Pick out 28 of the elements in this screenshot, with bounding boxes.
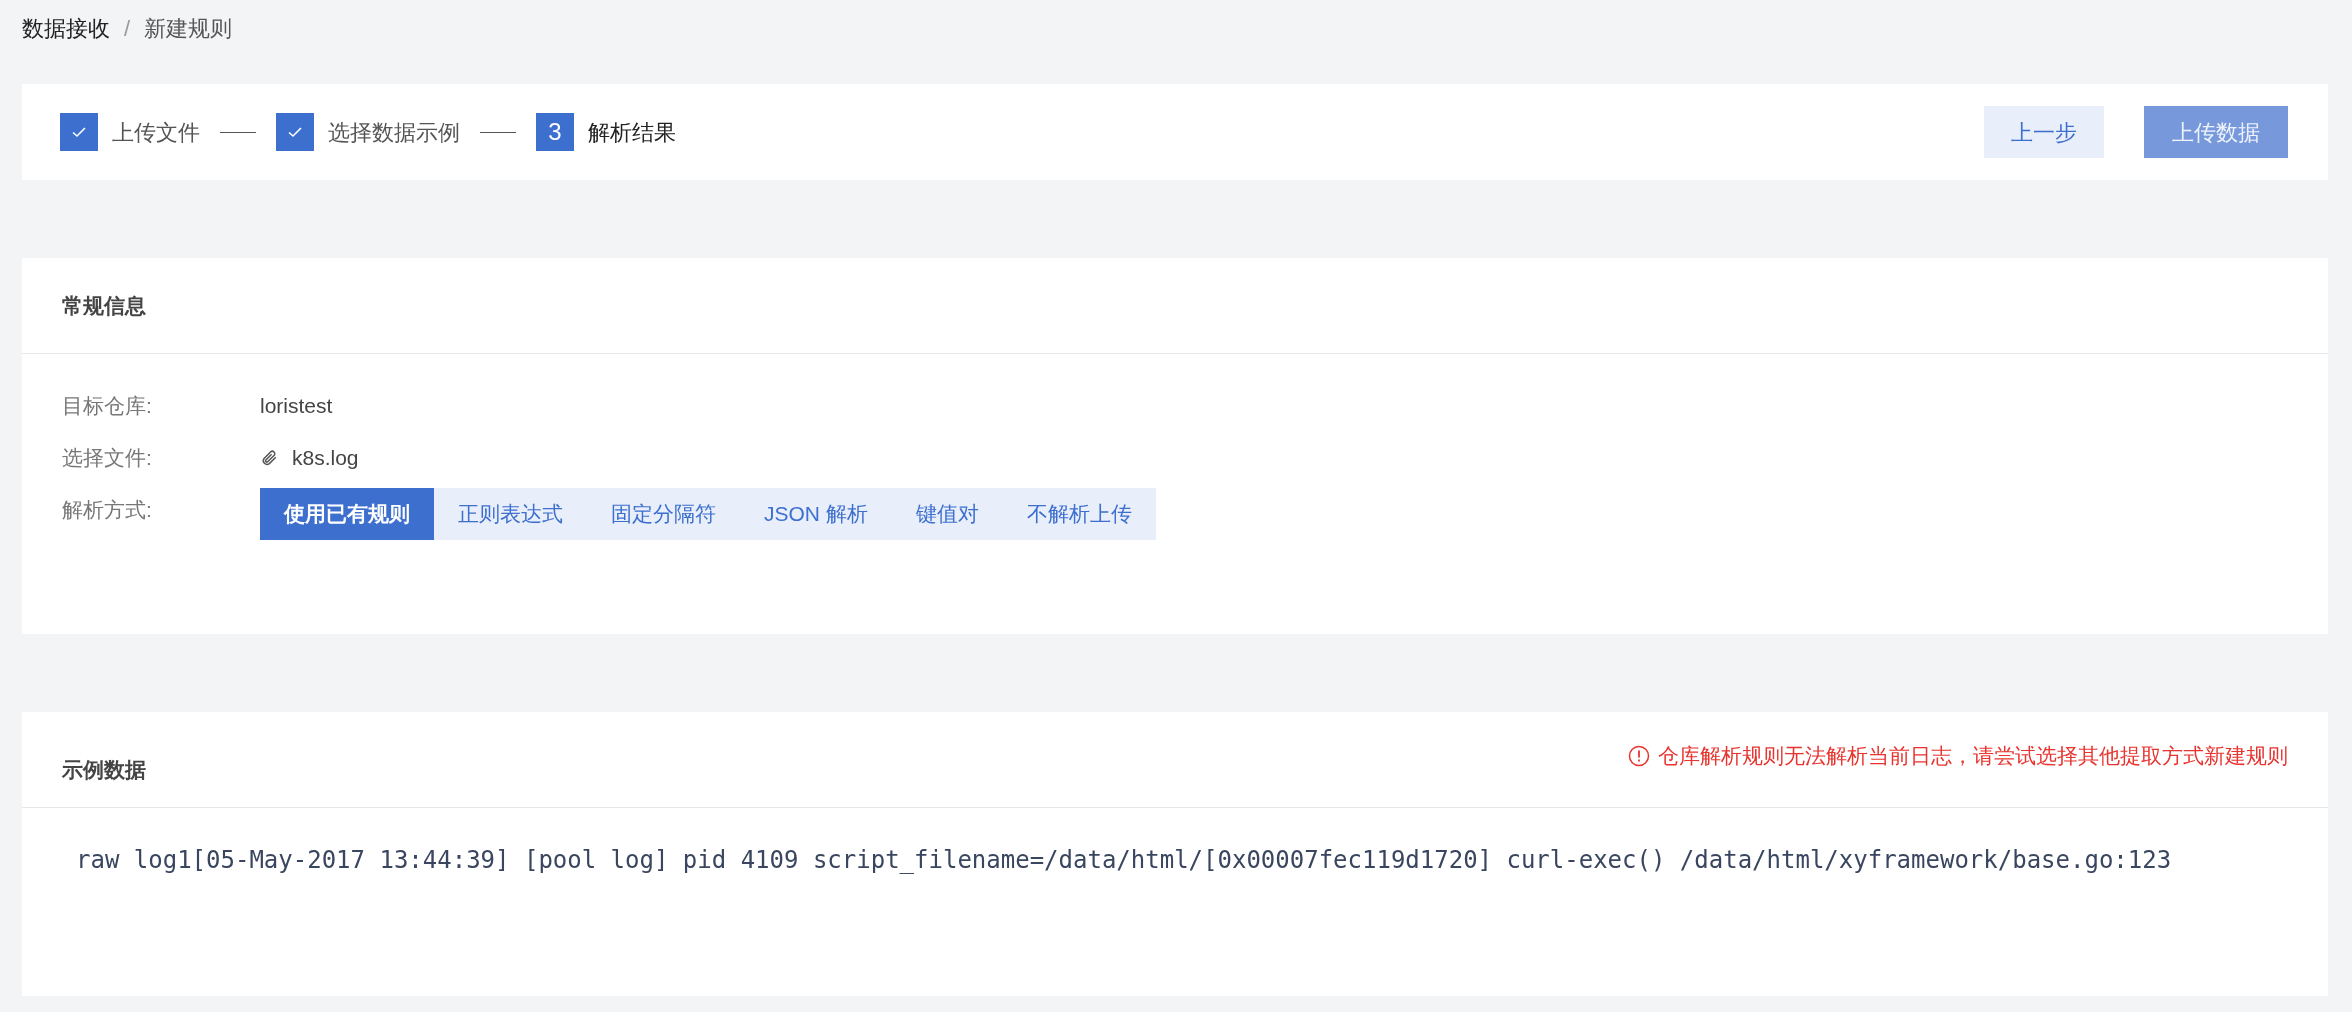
parse-mode-tab[interactable]: 键值对 — [891, 488, 1003, 540]
parse-mode-tab[interactable]: 固定分隔符 — [587, 488, 740, 540]
field-label: 目标仓库: — [62, 393, 153, 419]
field-label: 解析方式: — [62, 497, 153, 523]
breadcrumb-item[interactable]: 数据接收 — [22, 11, 110, 45]
step-number: 3 — [536, 113, 574, 151]
step-label: 上传文件 — [112, 118, 200, 147]
parse-mode-tab[interactable]: 不解析上传 — [1002, 488, 1156, 540]
parse-mode-tab[interactable]: JSON 解析 — [740, 488, 892, 540]
field-label: 选择文件: — [62, 445, 153, 471]
parse-mode-tab[interactable]: 使用已有规则 — [260, 488, 434, 540]
section-title: 示例数据 — [62, 756, 146, 783]
field-value: loristest — [260, 393, 333, 419]
breadcrumb-item: 新建规则 — [144, 14, 233, 43]
step-label: 选择数据示例 — [328, 118, 460, 147]
step-label: 解析结果 — [588, 118, 676, 147]
log-line: raw log1[05-May-2017 13:44:39] [pool log] pid 4109 script_filename=/data/html/[0x00007fec119d1720] curl-exec() /data/html/xyframework/base.go:123 — [76, 845, 2173, 876]
warning-icon — [1628, 744, 1650, 767]
file-name: k8s.log — [292, 445, 359, 471]
check-icon — [287, 124, 303, 140]
error-message: 仓库解析规则无法解析当前日志，请尝试选择其他提取方式新建规则 — [1658, 742, 2288, 769]
section-title: 常规信息 — [62, 292, 146, 319]
check-icon — [71, 124, 87, 140]
back-button[interactable]: 上一步 — [1984, 106, 2104, 158]
upload-button[interactable]: 上传数据 — [2144, 106, 2288, 158]
parse-mode-tab[interactable]: 正则表达式 — [434, 488, 587, 540]
paperclip-icon — [260, 448, 278, 467]
breadcrumb-separator: / — [124, 14, 131, 43]
